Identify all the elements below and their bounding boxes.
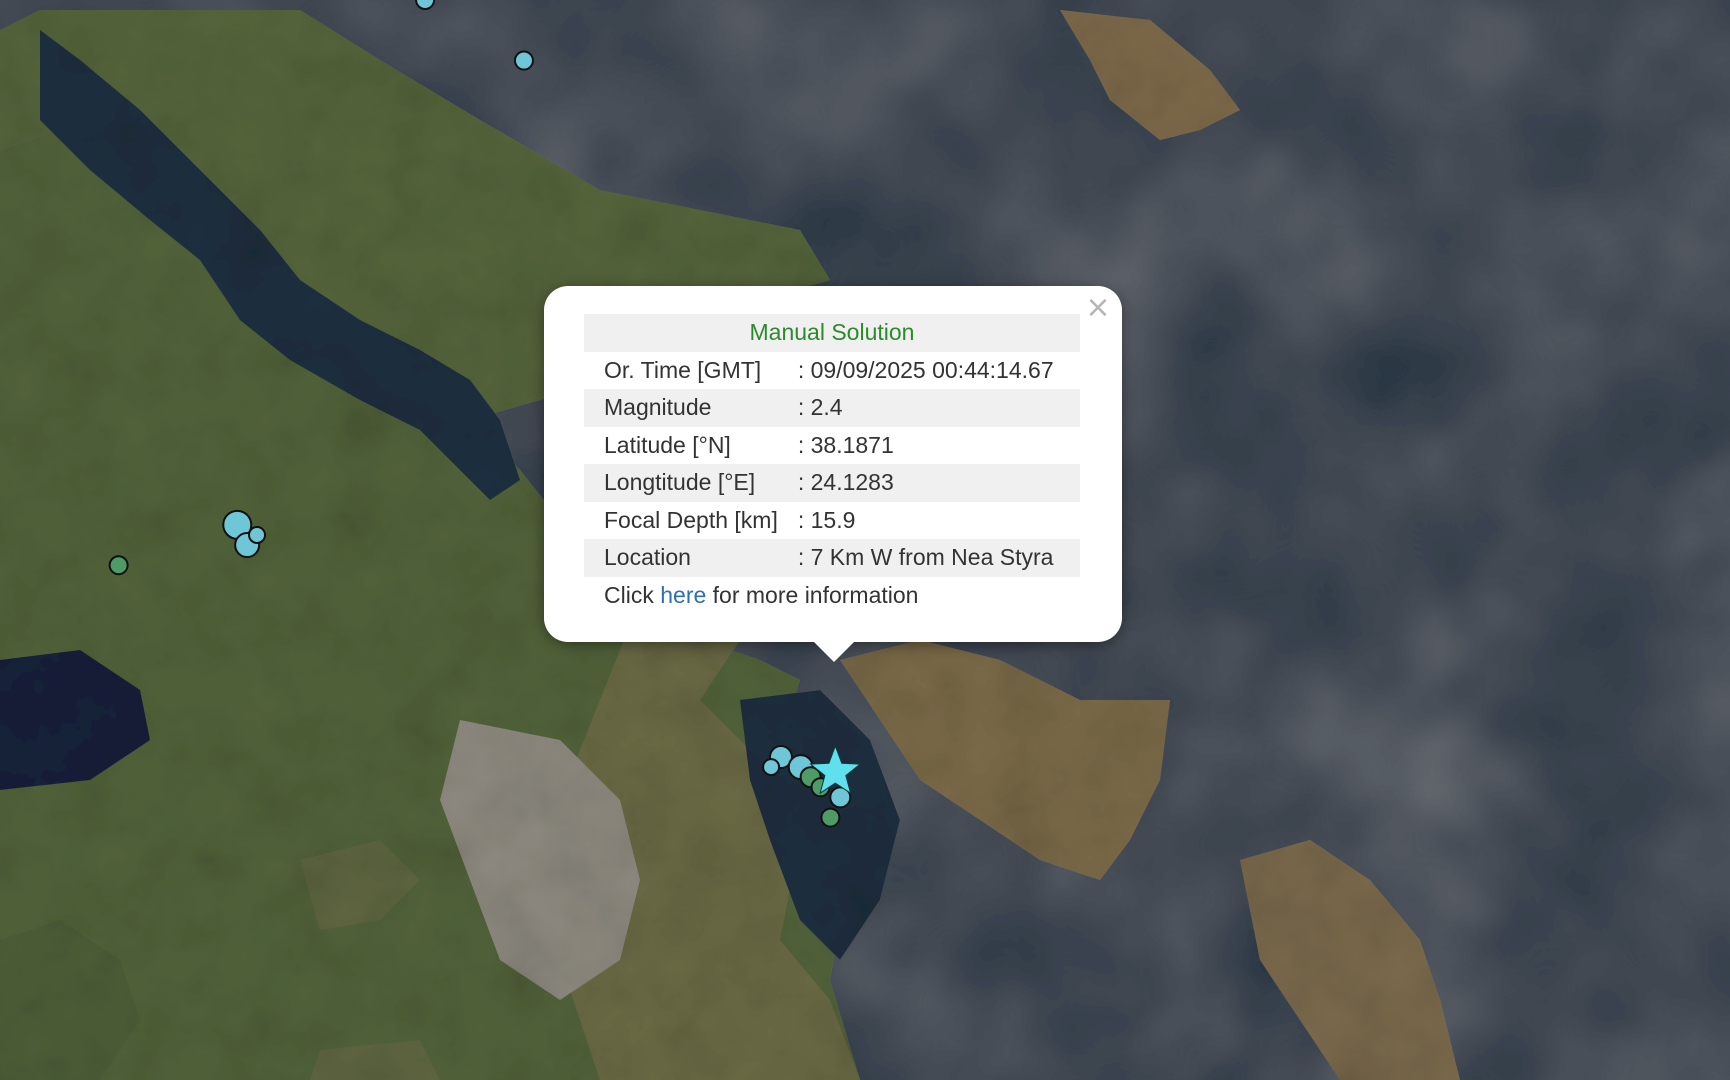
detail-value: : 7 Km W from Nea Styra [797,539,1080,577]
detail-value: : 2.4 [797,389,1080,427]
event-details-table: Manual Solution Or. Time [GMT] : 09/09/2… [584,314,1080,614]
detail-value: : 38.1871 [797,431,894,458]
more-info-link[interactable]: here [660,582,706,608]
detail-value: : 15.9 [797,506,856,533]
more-info-suffix: for more information [706,581,919,608]
earthquake-marker-5[interactable] [108,555,129,576]
popup-title: Manual Solution [584,314,1080,352]
more-info-line: Click here for more information [584,577,1080,615]
detail-label: Latitude [°N] [604,431,731,458]
earthquake-marker-1[interactable] [415,0,436,10]
event-popup: × Manual Solution Or. Time [GMT] : 09/09… [544,286,1122,642]
detail-label: Or. Time [GMT] [604,356,762,383]
detail-value: : 24.1283 [797,464,1080,502]
detail-value: : 09/09/2025 00:44:14.67 [797,356,1054,383]
detail-label: Longtitude [°E] [584,464,798,502]
detail-label: Location [584,539,798,577]
close-icon[interactable]: × [1084,293,1112,323]
detail-label: Magnitude [584,389,798,427]
earthquake-marker-4[interactable] [248,525,267,544]
popup-tip [812,640,856,662]
earthquake-marker-12[interactable] [820,807,841,828]
more-info-prefix: Click [604,581,661,608]
detail-label: Focal Depth [km] [604,506,778,533]
earthquake-marker-0[interactable] [513,50,534,71]
earthquake-marker-8[interactable] [762,758,781,777]
